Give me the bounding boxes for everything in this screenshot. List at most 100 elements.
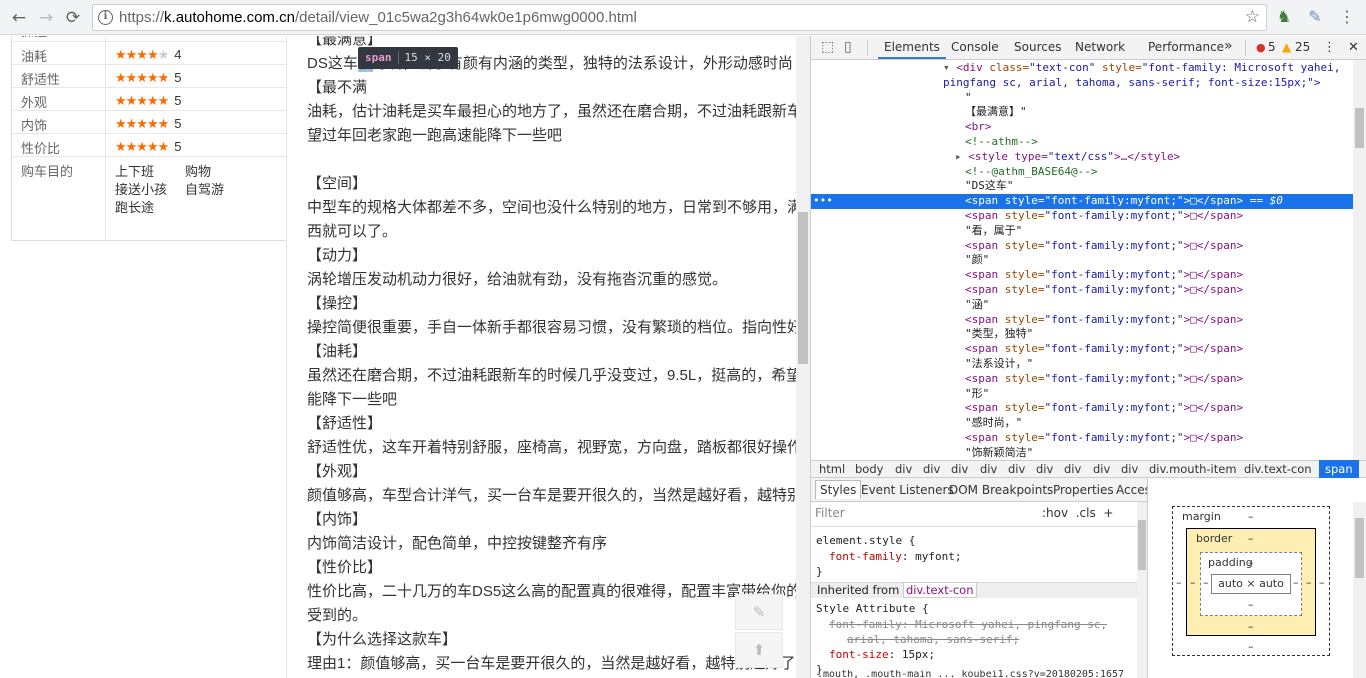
devtools-close-icon[interactable]: ✕ xyxy=(1348,40,1359,55)
menu-icon[interactable]: ⋮ xyxy=(1336,6,1358,28)
dom-node[interactable]: <span style="font-family:myfont;">□</spa… xyxy=(811,342,1353,357)
overridden-declaration[interactable]: font-family: Microsoft yahei, pingfang s… xyxy=(829,618,1107,631)
dom-text[interactable]: "法系设计，" xyxy=(811,357,1353,372)
border-bottom-value[interactable]: – xyxy=(1248,620,1254,633)
tab-sources[interactable]: Sources xyxy=(1014,40,1061,54)
dom-text[interactable]: "类型，独特" xyxy=(811,327,1353,342)
breadcrumb-item[interactable]: div xyxy=(1121,462,1138,476)
edit-icon[interactable]: ✎ xyxy=(735,594,783,630)
warning-icon[interactable]: ▲ xyxy=(1282,40,1291,54)
tab-event-listeners[interactable]: Event Listeners xyxy=(861,483,954,497)
selected-dom-node[interactable]: ••• <span style="font-family:myfont;">□</… xyxy=(811,194,1353,209)
border-right-value[interactable]: – xyxy=(1306,576,1312,589)
dom-text[interactable]: "看，属于" xyxy=(811,224,1353,239)
info-icon[interactable]: i xyxy=(98,10,113,25)
tab-console[interactable]: Console xyxy=(951,40,999,54)
warning-count[interactable]: 25 xyxy=(1295,40,1310,54)
styles-filter-input[interactable]: Filter xyxy=(815,506,845,520)
margin-right-value[interactable]: – xyxy=(1319,576,1325,589)
dom-text[interactable]: "形" xyxy=(811,387,1353,402)
margin-left-value[interactable]: – xyxy=(1176,576,1182,589)
element-style-selector[interactable]: element.style { xyxy=(816,534,915,547)
margin-bottom-value[interactable]: – xyxy=(1248,640,1254,653)
box-model-content[interactable]: auto × auto xyxy=(1211,574,1291,594)
breadcrumb-item[interactable]: div xyxy=(1008,462,1025,476)
dom-node[interactable]: <span style="font-family:myfont;">□</spa… xyxy=(811,313,1353,328)
dom-text[interactable]: "饰新颖简洁" xyxy=(811,446,1353,461)
css-declaration[interactable]: font-family: myfont; xyxy=(829,550,961,563)
breadcrumb-item[interactable]: div.mouth-item xyxy=(1149,462,1237,476)
dom-scrollbar[interactable] xyxy=(1353,60,1366,462)
breadcrumb-item[interactable]: html xyxy=(819,462,845,476)
breadcrumb-item[interactable]: body xyxy=(855,462,883,476)
overridden-declaration-cont[interactable]: arial, tahoma, sans-serif; xyxy=(847,633,1019,646)
bookmark-star-icon[interactable]: ☆ xyxy=(1245,7,1260,27)
border-left-value[interactable]: – xyxy=(1190,576,1196,589)
padding-left-value[interactable]: – xyxy=(1203,576,1209,589)
breadcrumb-item[interactable]: div xyxy=(1064,462,1081,476)
dom-node[interactable]: <span style="font-family:myfont;">□</spa… xyxy=(811,283,1353,298)
url-text[interactable]: https://k.autohome.com.cn/detail/view_01… xyxy=(119,9,637,26)
cls-toggle[interactable]: .cls xyxy=(1076,506,1096,520)
extension-icon[interactable]: ♞ xyxy=(1273,6,1295,28)
dom-tree[interactable]: ▾ <div class="text-con" style="font-fami… xyxy=(811,60,1353,462)
dom-node[interactable]: <br> xyxy=(811,120,1353,135)
inherited-link[interactable]: div.text-con xyxy=(902,582,977,598)
dom-text[interactable]: "颜" xyxy=(811,253,1353,268)
tab-dom-breakpoints[interactable]: DOM Breakpoints xyxy=(949,483,1053,497)
dom-text[interactable]: "DS这车" xyxy=(811,179,1353,194)
tab-properties[interactable]: Properties xyxy=(1053,483,1114,497)
tab-performance[interactable]: Performance xyxy=(1148,40,1224,54)
breadcrumb-item[interactable]: div xyxy=(923,462,940,476)
breadcrumb-item-current[interactable]: span xyxy=(1319,460,1359,478)
dom-node[interactable]: ▸ <style type="text/css">…</style> xyxy=(811,150,1353,165)
dom-node[interactable]: ▾ <div class="text-con" style="font-fami… xyxy=(811,61,1353,76)
breadcrumb-item[interactable]: div xyxy=(1036,462,1053,476)
dom-scrollbar-thumb[interactable] xyxy=(1355,108,1364,148)
dom-node[interactable]: <span style="font-family:myfont;">□</spa… xyxy=(811,431,1353,446)
reload-icon[interactable]: ⟳ xyxy=(62,7,84,29)
dom-node[interactable]: <span style="font-family:myfont;">□</spa… xyxy=(811,268,1353,283)
dom-comment[interactable]: <!--athm--> xyxy=(811,135,1353,150)
tab-elements[interactable]: Elements xyxy=(878,40,946,59)
breadcrumb-item[interactable]: div xyxy=(980,462,997,476)
new-rule-button[interactable]: + xyxy=(1103,506,1113,520)
dom-node[interactable]: <span style="font-family:myfont;">□</spa… xyxy=(811,239,1353,254)
address-bar[interactable]: i https://k.autohome.com.cn/detail/view_… xyxy=(92,4,1267,31)
border-top-value[interactable]: – xyxy=(1248,532,1254,545)
error-icon[interactable]: ● xyxy=(1256,41,1266,54)
devtools-menu-icon[interactable]: ⋮ xyxy=(1323,40,1336,55)
breadcrumb-item[interactable]: div xyxy=(895,462,912,476)
tab-styles[interactable]: Styles xyxy=(815,480,862,499)
dom-text[interactable]: "感时尚，" xyxy=(811,416,1353,431)
dom-node-cont[interactable]: pingfang sc, arial, tahoma, sans-serif; … xyxy=(811,76,1353,91)
dom-node[interactable]: <span style="font-family:myfont;">□</spa… xyxy=(811,209,1353,224)
style-attr-selector[interactable]: Style Attribute { xyxy=(816,602,929,615)
styles-scrollbar-thumb[interactable] xyxy=(1138,520,1146,570)
forward-icon[interactable]: → xyxy=(35,7,57,29)
padding-bottom-value[interactable]: – xyxy=(1248,598,1254,611)
dom-node[interactable]: <span style="font-family:myfont;">□</spa… xyxy=(811,372,1353,387)
extension-2-icon[interactable]: ✎ xyxy=(1304,6,1326,28)
styles-scrollbar[interactable] xyxy=(1137,502,1147,678)
dom-comment[interactable]: <!--@athm_BASE64@--> xyxy=(811,165,1353,180)
dom-node[interactable]: <span style="font-family:myfont;">□</spa… xyxy=(811,401,1353,416)
css-declaration[interactable]: font-size: 15px; xyxy=(829,648,935,661)
more-tabs-icon[interactable]: » xyxy=(1224,38,1233,54)
margin-top-value[interactable]: – xyxy=(1248,510,1254,523)
back-icon[interactable]: ← xyxy=(8,7,30,29)
breadcrumb-item[interactable]: div.text-con xyxy=(1244,462,1312,476)
inspect-icon[interactable]: ⬚ xyxy=(821,39,834,55)
back-to-top-icon[interactable]: ⬆ xyxy=(735,632,783,668)
device-toggle-icon[interactable]: ▯ xyxy=(844,39,852,55)
box-model-scrollbar[interactable] xyxy=(1353,502,1366,678)
dom-text[interactable]: "涵" xyxy=(811,298,1353,313)
padding-top-value[interactable]: – xyxy=(1248,556,1254,569)
padding-right-value[interactable]: – xyxy=(1293,576,1299,589)
dom-text[interactable]: " xyxy=(811,91,1353,106)
dom-text[interactable]: 【最满意】" xyxy=(811,105,1353,120)
page-scrollbar[interactable] xyxy=(796,36,810,678)
tab-network[interactable]: Network xyxy=(1075,40,1125,54)
error-count[interactable]: 5 xyxy=(1268,40,1276,54)
box-model-scrollbar-thumb[interactable] xyxy=(1355,518,1364,578)
